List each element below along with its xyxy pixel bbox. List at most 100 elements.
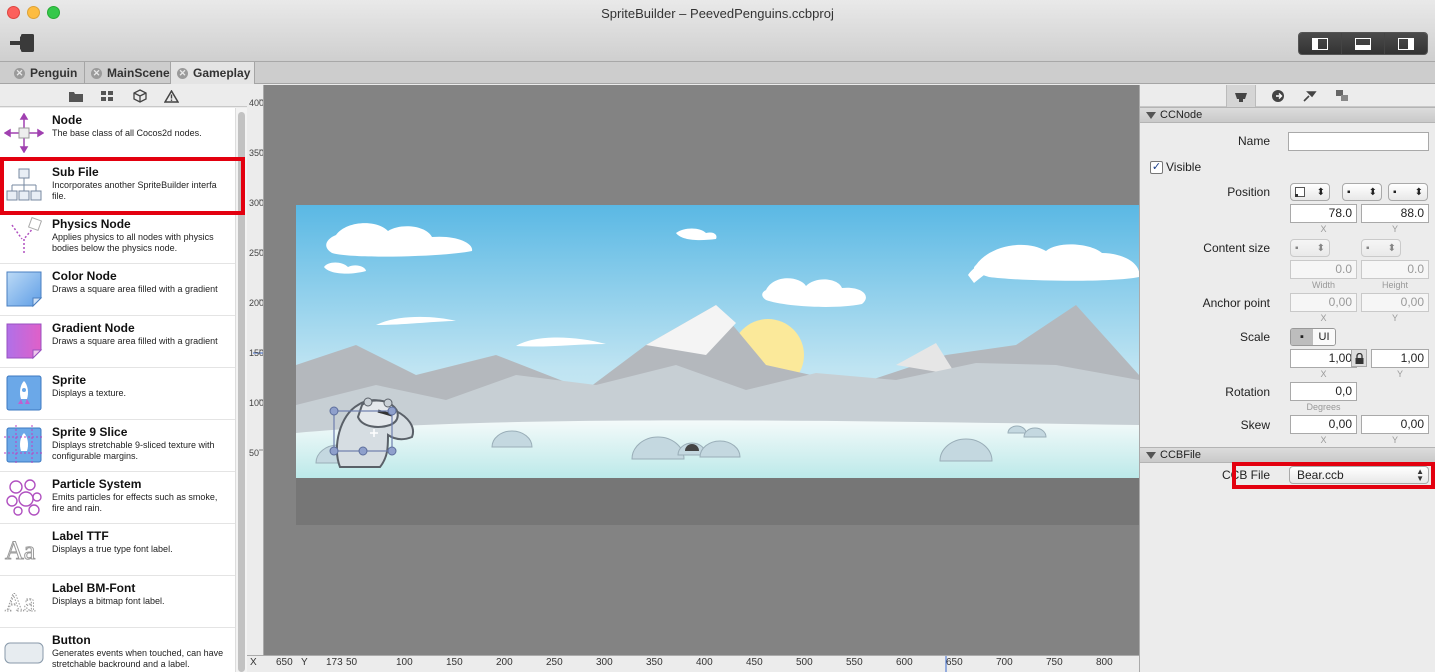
- ruler-label: 250: [249, 248, 264, 258]
- position-x-field[interactable]: 78.0: [1290, 204, 1357, 223]
- warning-icon[interactable]: [163, 88, 181, 104]
- inspector-panel: CCNode Name ✓ Visible Position ⬍ ▪ ⬍ ▪ ⬍ 7…: [1139, 84, 1435, 672]
- ruler-label: 650: [946, 657, 963, 668]
- node-properties-icon[interactable]: [1226, 84, 1256, 107]
- content-width-field[interactable]: 0.0: [1290, 260, 1357, 279]
- close-tab-icon[interactable]: ✕: [14, 67, 25, 79]
- scale-x-field[interactable]: 1,00: [1290, 349, 1357, 368]
- square-icon: ▪: [1393, 186, 1397, 198]
- sub-file-highlight-box: [0, 157, 245, 215]
- position-y-unit-popup[interactable]: ▪ ⬍: [1388, 183, 1428, 201]
- library-item-physics-node[interactable]: Physics Node Applies physics to all node…: [0, 212, 235, 264]
- vertical-ruler: 400 350 300 250 200 150 100 50: [247, 85, 264, 655]
- x-caption: X: [1320, 369, 1327, 379]
- y-caption: Y: [1396, 369, 1403, 379]
- ruler-label: 550: [846, 657, 863, 668]
- y-caption: Y: [1391, 224, 1398, 234]
- library-item-sprite[interactable]: Sprite Displays a texture.: [0, 368, 235, 420]
- library-item-gradient-node[interactable]: Gradient Node Draws a square area filled…: [0, 316, 235, 368]
- scale-ui-segment[interactable]: UI: [1313, 329, 1335, 345]
- tab-gameplay[interactable]: ✕ Gameplay: [171, 62, 255, 84]
- visible-checkbox[interactable]: ✓: [1150, 161, 1163, 174]
- content-h-unit-popup[interactable]: ▪ ⬍: [1361, 239, 1401, 257]
- particle-system-icon: [4, 476, 44, 518]
- templates-icon[interactable]: [1332, 87, 1352, 105]
- scale-mode-segmented-control[interactable]: ▪ UI: [1290, 328, 1336, 346]
- square-icon: ▪: [1347, 186, 1351, 198]
- title-bar: SpriteBuilder – PeevedPenguins.ccbproj: [0, 0, 1435, 62]
- ruler-label: 50: [249, 448, 260, 458]
- ruler-label: 50: [346, 657, 358, 668]
- library-item-particle-system[interactable]: Particle System Emits particles for effe…: [0, 472, 235, 524]
- position-y-field[interactable]: 88.0: [1361, 204, 1429, 223]
- ccnode-section-header[interactable]: CCNode: [1140, 107, 1435, 123]
- content-w-unit-popup[interactable]: ▪ ⬍: [1290, 239, 1330, 257]
- name-field[interactable]: [1288, 132, 1429, 151]
- ruler-label: 300: [249, 198, 264, 208]
- ruler-label: 800: [1096, 657, 1113, 668]
- library-item-sprite-9-slice[interactable]: Sprite 9 Slice Displays stretchable 9-sl…: [0, 420, 235, 472]
- color-node-icon: [4, 268, 44, 310]
- library-item-node[interactable]: Node The base class of all Cocos2d nodes…: [0, 108, 235, 160]
- content-height-field[interactable]: 0.0: [1361, 260, 1429, 279]
- square-icon: ▪: [1366, 242, 1370, 254]
- skew-y-field[interactable]: 0,00: [1361, 415, 1429, 434]
- rotation-field[interactable]: 0,0: [1290, 382, 1357, 401]
- tab-mainscene[interactable]: ✕ MainScene: [85, 62, 171, 84]
- library-item-color-node[interactable]: Color Node Draws a square area filled wi…: [0, 264, 235, 316]
- close-tab-icon[interactable]: ✕: [177, 67, 188, 79]
- ruler-label: 250: [546, 657, 563, 668]
- scale-label: Scale: [1239, 330, 1270, 344]
- library-item-button[interactable]: Button Generates events when touched, ca…: [0, 628, 235, 672]
- lock-icon[interactable]: [1351, 349, 1367, 367]
- folder-icon[interactable]: [67, 88, 85, 104]
- position-x-unit-popup[interactable]: ▪ ⬍: [1342, 183, 1382, 201]
- cube-icon[interactable]: [131, 88, 149, 104]
- tab-penguin[interactable]: ✕ Penguin: [8, 62, 85, 84]
- ruler-label: 750: [1046, 657, 1063, 668]
- scene-canvas[interactable]: [264, 85, 1139, 655]
- ruler-label: 200: [496, 657, 513, 668]
- svg-text:Aa: Aa: [5, 536, 36, 565]
- left-panel-icon[interactable]: [1299, 33, 1342, 54]
- rotation-label: Rotation: [1225, 385, 1270, 399]
- scale-y-field[interactable]: 1,00: [1371, 349, 1429, 368]
- ruler-label: 400: [696, 657, 713, 668]
- exit-door-icon[interactable]: [8, 32, 38, 54]
- scale-points-segment[interactable]: ▪: [1291, 329, 1313, 345]
- panel-layout-segmented-control[interactable]: [1298, 32, 1428, 55]
- library-item-label-ttf[interactable]: Aa Label TTF Displays a true type font l…: [0, 524, 235, 576]
- ruler-label: 700: [996, 657, 1013, 668]
- right-panel-icon[interactable]: [1385, 33, 1427, 54]
- ccbfile-section-header[interactable]: CCBFile: [1140, 447, 1435, 463]
- popup-arrows-icon: ⬍: [1316, 242, 1325, 254]
- library-item-label-bm-font[interactable]: Aa Label BM-Font Displays a bitmap font …: [0, 576, 235, 628]
- skew-label: Skew: [1240, 418, 1270, 432]
- position-type-popup[interactable]: ⬍: [1290, 183, 1330, 201]
- degrees-caption: Degrees: [1306, 402, 1341, 412]
- code-connections-icon[interactable]: [1268, 87, 1288, 105]
- y-coordinate-value: 173: [326, 657, 343, 668]
- stage-area: [296, 205, 1139, 525]
- anchor-y-field[interactable]: 0,00: [1361, 293, 1429, 312]
- horizontal-ruler: X 650 Y 173 50 100 150 200 250 300 350 4…: [247, 655, 1139, 672]
- label-ttf-icon: Aa: [4, 528, 44, 570]
- bottom-panel-icon[interactable]: [1342, 33, 1385, 54]
- popup-arrows-icon: ⬍: [1368, 186, 1377, 198]
- anchor-x-field[interactable]: 0,00: [1290, 293, 1357, 312]
- library-toolbar: [0, 85, 247, 107]
- physics-node-icon: [4, 216, 44, 258]
- window-title: SpriteBuilder – PeevedPenguins.ccbproj: [601, 6, 834, 21]
- ruler-label: 350: [646, 657, 663, 668]
- gameplay-scene[interactable]: [296, 205, 1139, 478]
- gradient-node-icon: [4, 320, 44, 362]
- ruler-label: 200: [249, 298, 264, 308]
- skew-x-field[interactable]: 0,00: [1290, 415, 1357, 434]
- name-label: Name: [1237, 134, 1270, 148]
- grid-icon[interactable]: [99, 88, 117, 104]
- close-tab-icon[interactable]: ✕: [91, 67, 102, 79]
- ruler-label: 600: [896, 657, 913, 668]
- popup-arrows-icon: ⬍: [1387, 242, 1396, 254]
- node-icon: [4, 112, 44, 154]
- physics-icon[interactable]: [1300, 87, 1320, 105]
